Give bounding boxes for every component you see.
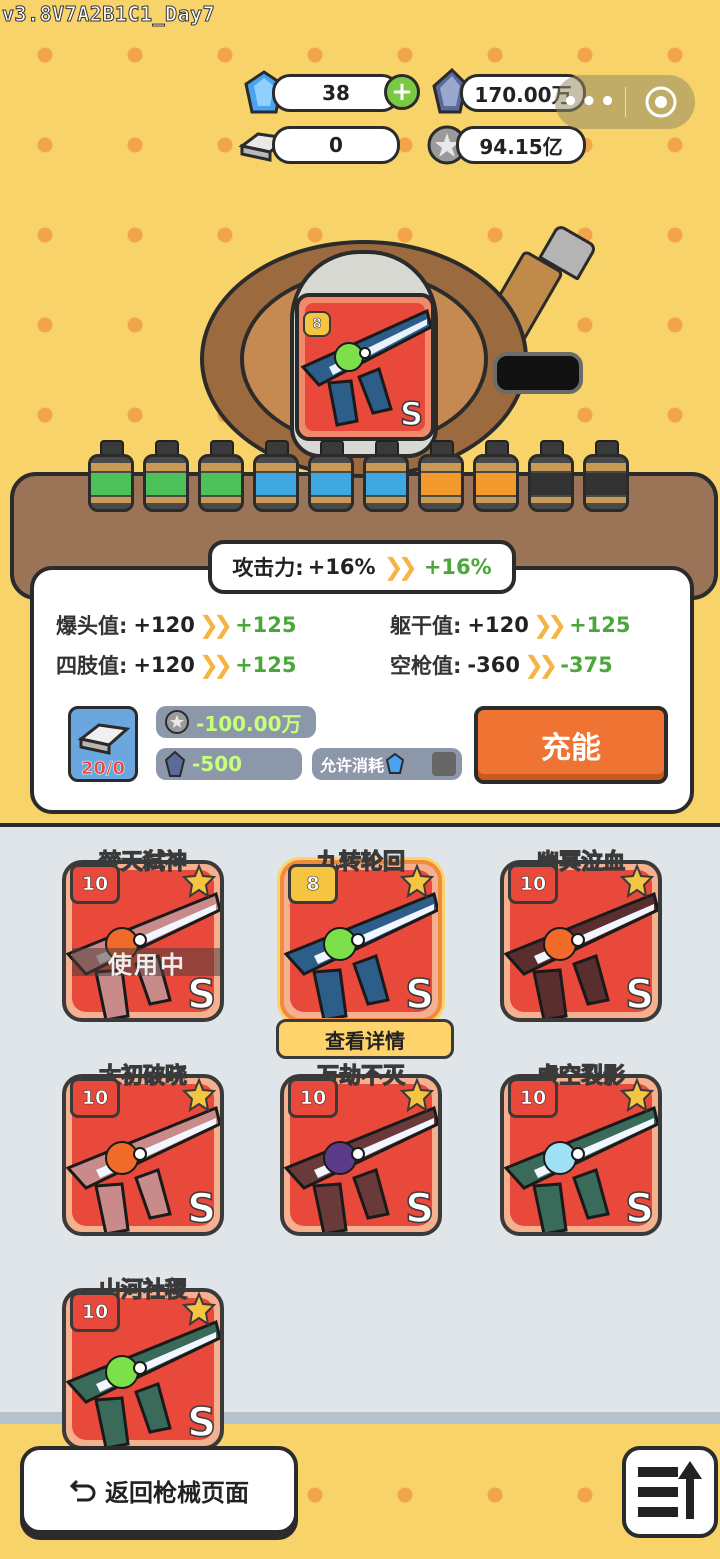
upgrade-arrow-icon: ❯❯ xyxy=(383,553,418,581)
star-icon xyxy=(182,864,216,898)
attack-current: +16% xyxy=(307,555,376,579)
headshot-current: +120 xyxy=(133,613,195,637)
weapon-level-badge: 8 xyxy=(288,864,338,904)
torso-stat: 躯干值: +120 ❯❯ +125 xyxy=(390,610,631,640)
weapon-grade: S xyxy=(186,971,216,1019)
weapon-level-badge: 10 xyxy=(508,864,558,904)
upgrade-arrow-icon: ❯❯ xyxy=(198,611,233,639)
weapon-level-badge: 10 xyxy=(70,1078,120,1118)
limbs-stat: 四肢值: +120 ❯❯ +125 xyxy=(56,650,297,680)
headshot-next: +125 xyxy=(235,613,297,637)
close-target-icon[interactable] xyxy=(626,85,695,119)
back-button-label: 返回枪械页面 xyxy=(105,1478,249,1507)
headshot-label: 爆头值: xyxy=(56,614,128,638)
weapon-card[interactable]: 山河社稷 10 S xyxy=(62,1274,230,1452)
upgrade-arrow-icon: ❯❯ xyxy=(532,611,567,639)
empty-label: 空枪值: xyxy=(390,654,462,678)
weapon-grade: S xyxy=(186,1185,216,1233)
energy-cell xyxy=(418,440,464,512)
dark-crystal-icon xyxy=(164,750,186,777)
return-arrow-icon xyxy=(69,1479,96,1502)
sort-menu-button[interactable] xyxy=(622,1446,718,1538)
attack-label: 攻击力: xyxy=(232,556,304,580)
gem-count: 38 xyxy=(272,74,400,112)
weapon-card[interactable]: 虚空裂影 10 S xyxy=(500,1060,668,1238)
sort-list-icon xyxy=(638,1461,702,1519)
weapon-grade: S xyxy=(624,971,654,1019)
energy-cell xyxy=(308,440,354,512)
energy-cell xyxy=(143,440,189,512)
coin-icon xyxy=(165,710,189,734)
weapon-grade: S xyxy=(404,971,434,1019)
energy-cell xyxy=(583,440,629,512)
allow-consume-label: 允许消耗 xyxy=(320,756,385,775)
energy-cell xyxy=(253,440,299,512)
silver-bar-count: 0 xyxy=(272,126,400,164)
view-details-button[interactable]: 查看详情 xyxy=(276,1019,454,1059)
weapon-card[interactable]: 九转轮回 8 S xyxy=(280,846,448,1024)
more-menu-icon[interactable]: ••• xyxy=(555,87,625,117)
weapon-grade: S xyxy=(186,1399,216,1447)
torso-next: +125 xyxy=(569,613,631,637)
attack-next: +16% xyxy=(423,555,492,579)
allow-consume-toggle[interactable]: 允许消耗 xyxy=(312,748,462,780)
crystal-cost: -500 xyxy=(156,748,302,780)
weapon-grade: S xyxy=(404,1185,434,1233)
energy-cell xyxy=(363,440,409,512)
add-gems-button[interactable]: + xyxy=(384,74,420,110)
gem-icon xyxy=(386,753,405,774)
empty-stat: 空枪值: -360 ❯❯ -375 xyxy=(390,650,613,680)
weapon-card[interactable]: 使用中 焚天弑神 10 S xyxy=(62,846,230,1024)
crystal-cost-value: -500 xyxy=(192,752,243,776)
empty-current: -360 xyxy=(467,653,520,677)
empty-next: -375 xyxy=(560,653,613,677)
machine-slot xyxy=(493,352,583,394)
weapon-grade: S xyxy=(624,1185,654,1233)
upgrade-arrow-icon: ❯❯ xyxy=(198,651,233,679)
weapon-card[interactable]: 太初破晓 10 S xyxy=(62,1060,230,1238)
limbs-label: 四肢值: xyxy=(56,654,128,678)
coin-count: 94.15亿 xyxy=(456,126,586,164)
featured-level-badge: 8 xyxy=(303,311,331,337)
weapon-level-badge: 10 xyxy=(508,1078,558,1118)
weapon-level-badge: 10 xyxy=(70,864,120,904)
featured-grade: S xyxy=(399,394,424,434)
charge-button[interactable]: 充能 xyxy=(474,706,668,784)
star-icon xyxy=(620,1078,654,1112)
energy-cell xyxy=(473,440,519,512)
silver-material-count: 20/0 xyxy=(80,758,126,780)
weapon-level-badge: 10 xyxy=(70,1292,120,1332)
energy-cell xyxy=(88,440,134,512)
star-icon xyxy=(400,1078,434,1112)
limbs-next: +125 xyxy=(235,653,297,677)
weapon-level-badge: 10 xyxy=(288,1078,338,1118)
coin-cost-value: -100.00万 xyxy=(196,711,302,736)
limbs-current: +120 xyxy=(133,653,195,677)
coin-cost: -100.00万 xyxy=(156,706,316,738)
toggle-switch[interactable] xyxy=(432,752,456,776)
weapon-card[interactable]: 幽冥泣血 10 S xyxy=(500,846,668,1024)
torso-label: 躯干值: xyxy=(390,614,462,638)
featured-weapon-card[interactable]: 8 S xyxy=(295,293,435,441)
headshot-stat: 爆头值: +120 ❯❯ +125 xyxy=(56,610,297,640)
star-icon xyxy=(400,864,434,898)
energy-cell xyxy=(198,440,244,512)
star-icon xyxy=(620,864,654,898)
torso-current: +120 xyxy=(467,613,529,637)
star-icon xyxy=(182,1078,216,1112)
version-label: v3.8V7A2B1C1_Day7 xyxy=(1,2,216,27)
upgrade-arrow-icon: ❯❯ xyxy=(523,651,558,679)
energy-cell xyxy=(528,440,574,512)
weapon-card[interactable]: 万劫不灭 10 S xyxy=(280,1060,448,1238)
attack-stat: 攻击力: +16% ❯❯ +16% xyxy=(208,540,516,594)
star-icon xyxy=(182,1292,216,1326)
mini-program-capsule: ••• xyxy=(555,75,695,129)
back-to-guns-button[interactable]: 返回枪械页面 xyxy=(20,1446,298,1534)
